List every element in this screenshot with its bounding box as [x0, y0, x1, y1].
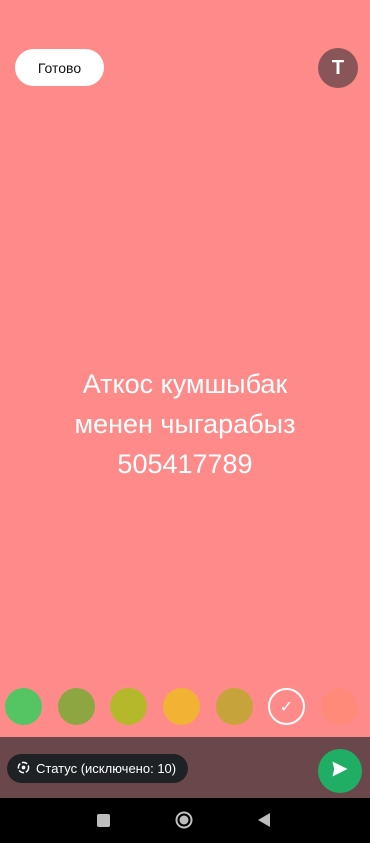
story-text-line: менен чыгарабыз [74, 409, 296, 439]
color-swatch-green[interactable] [5, 688, 42, 725]
send-icon [330, 759, 350, 784]
color-swatch-selected[interactable]: ✓ [268, 688, 305, 725]
color-swatch-olive[interactable] [58, 688, 95, 725]
check-icon: ✓ [279, 698, 294, 716]
story-canvas[interactable]: Готово T Аткос кумшыбак менен чыгарабыз … [0, 0, 370, 737]
color-swatch-salmon[interactable] [321, 688, 358, 725]
home-icon[interactable] [175, 811, 193, 829]
status-bar: Статус (исключено: 10) [0, 737, 370, 798]
story-text-line: Аткос кумшыбак [82, 369, 288, 399]
font-toggle-button[interactable]: T [318, 48, 358, 88]
back-icon[interactable] [256, 811, 272, 829]
color-swatch-orange[interactable] [163, 688, 200, 725]
story-text-line: 505417789 [117, 449, 253, 479]
status-audience-button[interactable]: Статус (исключено: 10) [7, 754, 189, 783]
status-audience-label: Статус (исключено: 10) [36, 761, 177, 776]
color-swatch-gold[interactable] [216, 688, 253, 725]
color-swatch-yellow-green[interactable] [110, 688, 147, 725]
story-text[interactable]: Аткос кумшыбак менен чыгарабыз 505417789 [0, 364, 370, 484]
send-button[interactable] [318, 749, 362, 793]
color-palette: ✓ [0, 688, 370, 728]
done-button[interactable]: Готово [15, 49, 104, 86]
recent-apps-icon[interactable] [97, 814, 110, 827]
system-navigation-bar [0, 798, 370, 843]
status-ring-icon [17, 761, 30, 777]
